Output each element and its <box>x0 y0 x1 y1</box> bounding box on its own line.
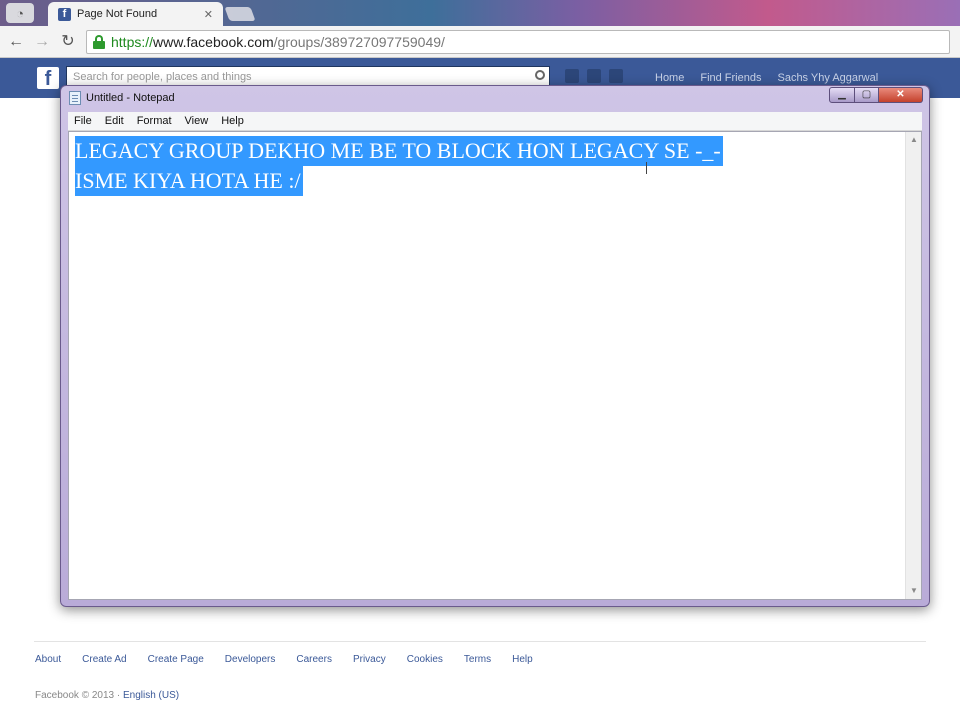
nav-find-friends[interactable]: Find Friends <box>700 72 761 84</box>
scroll-up-icon[interactable]: ▲ <box>906 132 922 148</box>
notifications-icon[interactable] <box>609 69 623 83</box>
browser-tabstrip: ◔ f Page Not Found ✕ <box>0 0 960 26</box>
reload-icon[interactable]: ↻ <box>58 32 78 52</box>
menu-format[interactable]: Format <box>137 115 172 127</box>
search-placeholder: Search for people, places and things <box>73 71 252 83</box>
friend-requests-icon[interactable] <box>565 69 579 83</box>
browser-profile-icon[interactable]: ◔ <box>6 3 34 23</box>
text-line-2: ISME KIYA HOTA HE :/ <box>75 166 303 196</box>
notepad-menubar: File Edit Format View Help <box>68 112 922 131</box>
messages-icon[interactable] <box>587 69 601 83</box>
menu-help[interactable]: Help <box>221 115 244 127</box>
footer-link-create-page[interactable]: Create Page <box>148 654 204 665</box>
menu-view[interactable]: View <box>185 115 209 127</box>
nav-home[interactable]: Home <box>655 72 684 84</box>
menu-edit[interactable]: Edit <box>105 115 124 127</box>
url-path: /groups/389727097759049/ <box>273 34 445 50</box>
text-line-1: LEGACY GROUP DEKHO ME BE TO BLOCK HON LE… <box>75 136 723 166</box>
footer-link-create-ad[interactable]: Create Ad <box>82 654 126 665</box>
footer-divider <box>34 641 926 642</box>
facebook-favicon-icon: f <box>58 7 71 21</box>
address-bar[interactable]: https://www.facebook.com/groups/38972709… <box>86 30 950 54</box>
tab-close-icon[interactable]: ✕ <box>204 8 213 21</box>
copyright-text: Facebook © 2013 · <box>35 690 121 701</box>
minimize-button[interactable]: ▁ <box>829 87 855 103</box>
notepad-icon <box>69 91 81 105</box>
nav-profile[interactable]: Sachs Yhy Aggarwal <box>777 72 878 84</box>
i-beam-cursor-icon <box>646 162 647 174</box>
browser-toolbar: ← → ↻ https://www.facebook.com/groups/38… <box>0 26 960 58</box>
new-tab-button[interactable] <box>224 7 256 21</box>
menu-file[interactable]: File <box>74 115 92 127</box>
footer-link-help[interactable]: Help <box>512 654 533 665</box>
scroll-down-icon[interactable]: ▼ <box>906 583 922 599</box>
facebook-jewels <box>565 69 623 83</box>
facebook-nav: Home Find Friends Sachs Yhy Aggarwal <box>655 72 878 84</box>
close-button[interactable]: ✕ <box>879 87 923 103</box>
facebook-logo[interactable]: f <box>37 67 59 90</box>
footer-link-developers[interactable]: Developers <box>225 654 276 665</box>
tab-page-not-found[interactable]: f Page Not Found ✕ <box>48 2 223 26</box>
url-scheme: https:// <box>111 34 154 50</box>
notepad-titlebar[interactable]: Untitled - Notepad <box>69 89 175 107</box>
footer-link-privacy[interactable]: Privacy <box>353 654 386 665</box>
footer-copyright: Facebook © 2013 · English (US) <box>35 690 179 701</box>
selected-text[interactable]: LEGACY GROUP DEKHO ME BE TO BLOCK HON LE… <box>75 136 723 196</box>
tab-title: Page Not Found <box>77 8 158 20</box>
vertical-scrollbar[interactable]: ▲ ▼ <box>905 132 921 599</box>
footer-link-terms[interactable]: Terms <box>464 654 491 665</box>
language-link[interactable]: English (US) <box>123 690 179 701</box>
back-arrow-icon[interactable]: ← <box>6 32 26 52</box>
search-icon[interactable] <box>535 70 545 80</box>
forward-arrow-icon[interactable]: → <box>32 32 52 52</box>
lock-icon <box>93 35 105 49</box>
footer-link-about[interactable]: About <box>35 654 61 665</box>
footer-links: About Create Ad Create Page Developers C… <box>35 654 554 665</box>
notepad-title: Untitled - Notepad <box>86 92 175 104</box>
notepad-text-area[interactable]: LEGACY GROUP DEKHO ME BE TO BLOCK HON LE… <box>68 131 922 600</box>
footer-link-careers[interactable]: Careers <box>296 654 332 665</box>
footer-link-cookies[interactable]: Cookies <box>407 654 443 665</box>
maximize-button[interactable]: ▢ <box>855 87 879 103</box>
url-host: www.facebook.com <box>153 34 274 50</box>
notepad-window[interactable]: Untitled - Notepad ▁ ▢ ✕ File Edit Forma… <box>60 85 930 607</box>
window-controls: ▁ ▢ ✕ <box>829 87 923 103</box>
